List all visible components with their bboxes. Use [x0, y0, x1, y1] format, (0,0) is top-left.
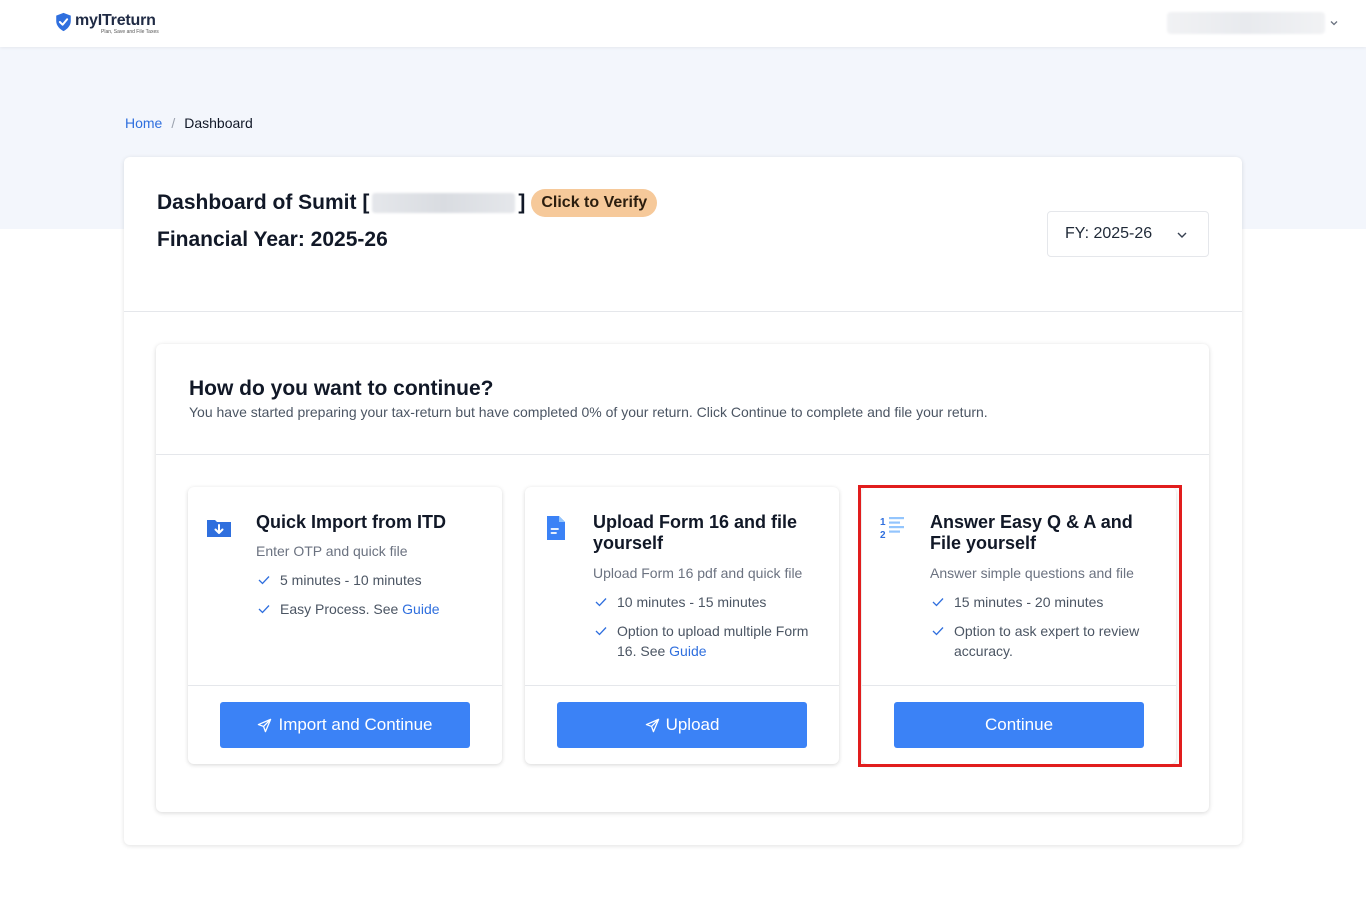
user-menu[interactable] — [1167, 12, 1343, 34]
continue-options-card: How do you want to continue? You have st… — [156, 344, 1209, 812]
divider — [124, 311, 1242, 312]
bullet-text: 5 minutes - 10 minutes — [280, 572, 422, 588]
option-bullets: 10 minutes - 15 minutes Option to upload… — [593, 592, 829, 670]
svg-text:2: 2 — [880, 530, 886, 541]
list-item: Option to upload multiple Form 16. See G… — [593, 621, 829, 661]
list-item: 5 minutes - 10 minutes — [256, 570, 492, 590]
option-quick-import: Quick Import from ITD Enter OTP and quic… — [188, 487, 502, 764]
check-icon — [258, 576, 270, 585]
option-bullets: 5 minutes - 10 minutes Easy Process. See… — [256, 570, 492, 628]
bullet-text: Option to ask expert to review accuracy. — [954, 623, 1140, 659]
bullet-text: Option to upload multiple Form 16. See — [617, 623, 809, 659]
fy-select[interactable]: FY: 2025-26 — [1047, 211, 1209, 257]
check-icon — [595, 627, 607, 636]
upload-button[interactable]: Upload — [557, 702, 807, 748]
bullet-text: 10 minutes - 15 minutes — [617, 594, 767, 610]
option-bullets: 15 minutes - 20 minutes Option to ask ex… — [930, 592, 1166, 670]
breadcrumb-home-link[interactable]: Home — [125, 115, 162, 131]
option-title: Quick Import from ITD — [256, 512, 447, 532]
brand-name: myITreturn — [75, 12, 156, 29]
dashboard-card: Dashboard of Sumit [ ] Click to Verify F… — [124, 157, 1242, 845]
button-label: Import and Continue — [278, 715, 433, 734]
verify-badge[interactable]: Click to Verify — [531, 189, 658, 217]
send-icon — [645, 718, 659, 732]
folder-download-icon — [207, 520, 231, 537]
divider — [188, 685, 502, 686]
send-icon — [258, 718, 272, 732]
continue-button[interactable]: Continue — [894, 702, 1144, 748]
option-upload-form16: Upload Form 16 and file yourself Upload … — [525, 487, 839, 764]
breadcrumb-separator: / — [171, 115, 176, 131]
dashboard-title-prefix: Dashboard of Sumit [ — [157, 191, 370, 214]
numbered-list-icon: 1 2 — [880, 517, 904, 541]
logo[interactable]: myITreturn Plan, Save and File Taxes — [54, 12, 159, 35]
divider — [862, 685, 1176, 686]
list-item: 10 minutes - 15 minutes — [593, 592, 829, 612]
bullet-text: 15 minutes - 20 minutes — [954, 594, 1104, 610]
breadcrumb-current: Dashboard — [184, 115, 253, 131]
dashboard-title-suffix: ] — [518, 191, 526, 214]
button-label: Upload — [665, 715, 720, 734]
list-item: 15 minutes - 20 minutes — [930, 592, 1166, 612]
bullet-text: Easy Process. See — [280, 601, 403, 617]
check-icon — [595, 598, 607, 607]
list-item: Option to ask expert to review accuracy. — [930, 621, 1166, 661]
option-title: Answer Easy Q & A and File yourself — [930, 512, 1133, 553]
divider — [525, 685, 839, 686]
breadcrumb: Home / Dashboard — [125, 115, 253, 131]
option-description: Answer simple questions and file — [930, 565, 1134, 581]
option-description: Upload Form 16 pdf and quick file — [593, 565, 803, 581]
guide-link[interactable]: Guide — [402, 601, 439, 617]
import-and-continue-button[interactable]: Import and Continue — [220, 702, 470, 748]
option-title: Upload Form 16 and file yourself — [593, 512, 798, 553]
continue-title: How do you want to continue? — [189, 377, 494, 400]
check-icon — [932, 598, 944, 607]
fy-select-value: FY: 2025-26 — [1065, 225, 1153, 242]
svg-text:1: 1 — [880, 517, 886, 528]
guide-link[interactable]: Guide — [669, 643, 706, 659]
check-icon — [932, 627, 944, 636]
document-icon — [547, 516, 565, 540]
option-description: Enter OTP and quick file — [256, 543, 408, 559]
divider — [156, 454, 1209, 455]
user-name-redacted — [1167, 12, 1325, 34]
shield-check-icon — [56, 12, 71, 32]
chevron-down-icon — [1330, 21, 1338, 26]
top-bar: myITreturn Plan, Save and File Taxes — [0, 0, 1366, 47]
pan-redacted — [372, 193, 516, 213]
continue-subtitle: You have started preparing your tax-retu… — [189, 404, 988, 420]
chevron-down-icon — [1177, 232, 1187, 238]
check-icon — [258, 605, 270, 614]
dashboard-title: Dashboard of Sumit [ ] Click to Verify — [157, 189, 658, 217]
financial-year-title: Financial Year: 2025-26 — [157, 228, 388, 251]
brand-tagline: Plan, Save and File Taxes — [101, 29, 159, 35]
option-easy-qa: 1 2 Answer Easy Q & A and File yourself … — [862, 487, 1176, 764]
button-label: Continue — [984, 715, 1054, 734]
list-item: Easy Process. See Guide — [256, 599, 492, 619]
